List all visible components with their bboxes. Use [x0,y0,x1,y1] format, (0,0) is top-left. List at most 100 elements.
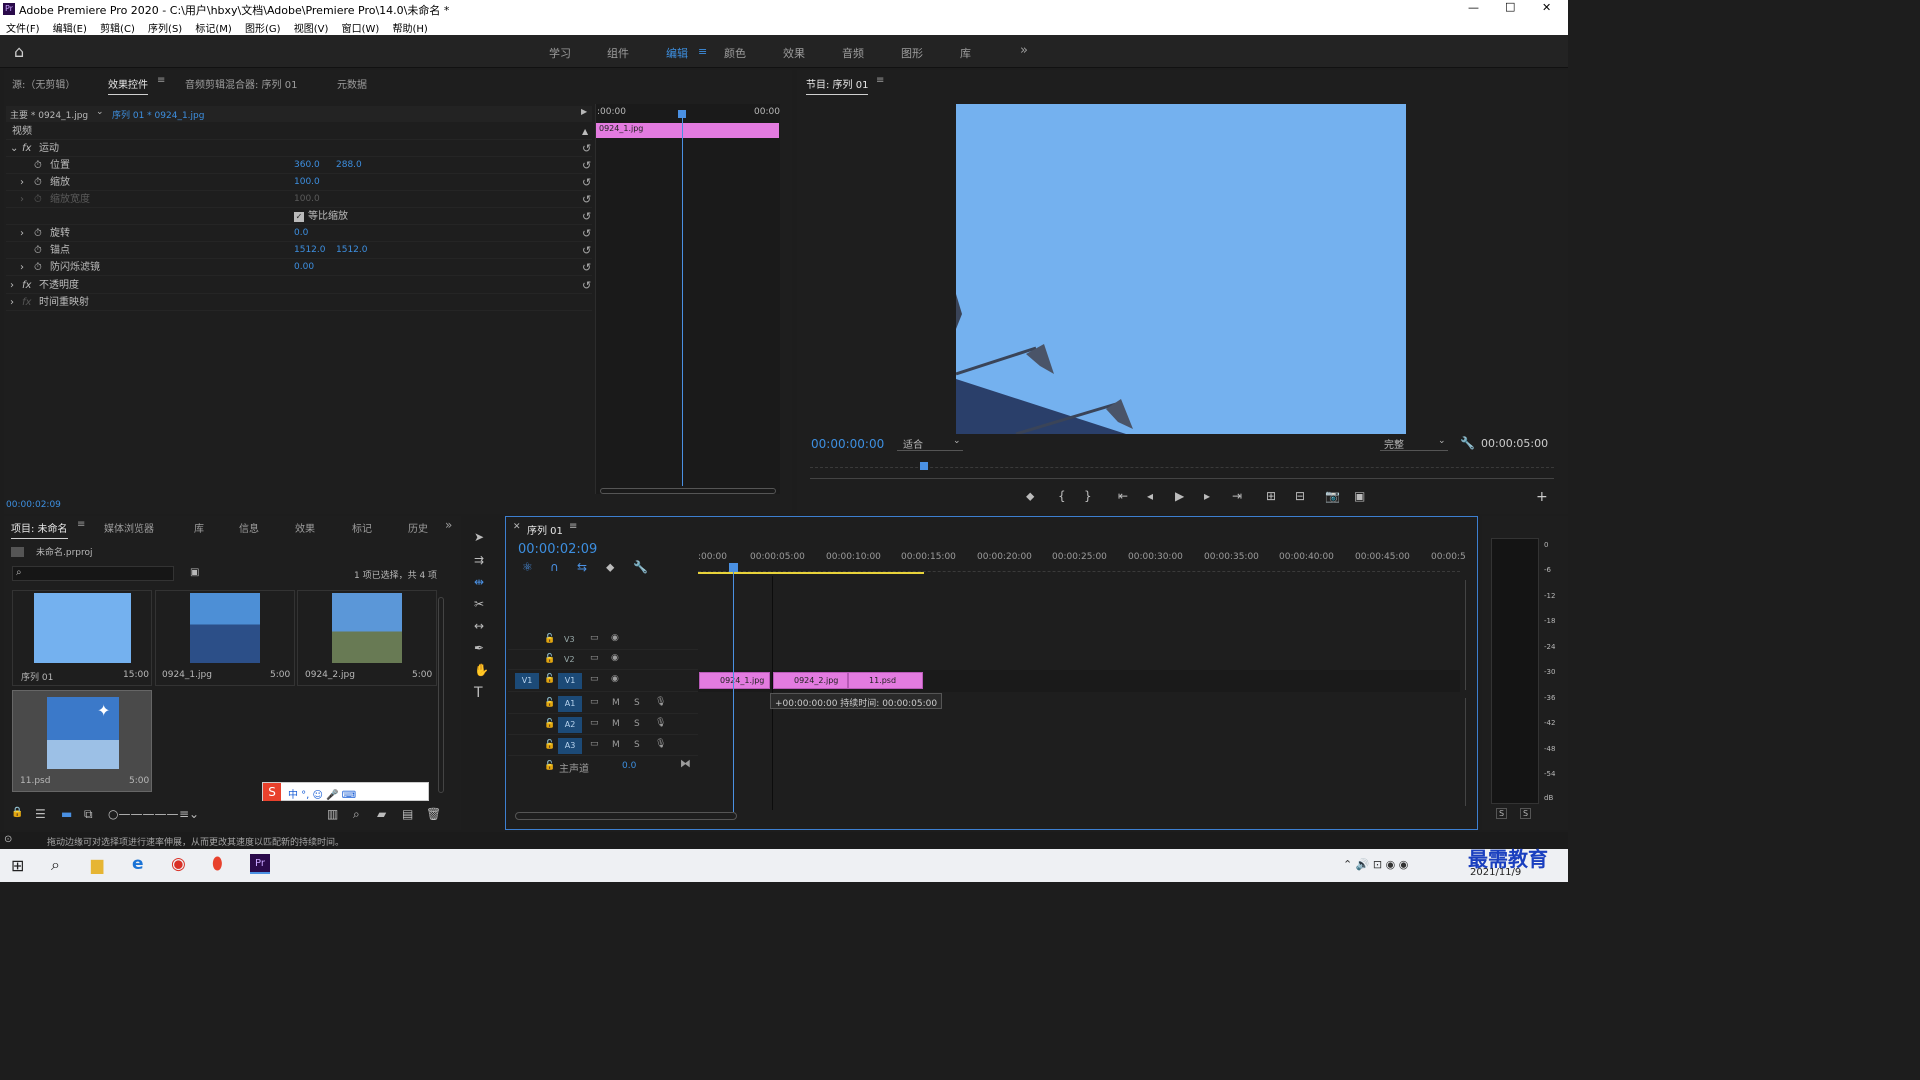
mute-button[interactable]: M [612,719,620,729]
scroll-up-icon[interactable]: ▲ [582,123,588,140]
sync-lock-icon[interactable]: ▭ [590,739,599,749]
position-x-value[interactable]: 360.0 [294,157,320,174]
linked-selection-icon[interactable]: ⇆ [577,560,587,574]
project-item-11-psd[interactable]: ✦ 11.psd 5:00 [12,690,152,792]
time-remap-row[interactable]: › fx 时间重映射 [6,294,592,311]
sync-lock-icon[interactable]: ▭ [590,697,599,707]
lock-icon[interactable]: 🔓 [544,654,555,664]
more-panels-icon[interactable]: » [445,518,452,532]
menu-help[interactable]: 帮助(H) [393,24,428,35]
icon-view-icon[interactable]: ▬ [61,807,72,821]
effect-controls-timeline[interactable]: :00:00 00:00 0924_1.jpg [595,104,780,494]
expand-chevron-icon[interactable]: › [20,259,24,276]
track-label[interactable]: A2 [558,717,582,733]
sequence-clip-label[interactable]: 序列 01 * 0924_1.jpg [112,108,204,121]
stopwatch-icon[interactable]: ⏱ [34,157,42,174]
step-back-icon[interactable]: ◂ [1147,489,1153,503]
wrench-icon[interactable]: 🔧 [1460,436,1475,450]
uniform-scale-checkbox[interactable]: ✓ [294,212,304,222]
home-icon[interactable]: ⌂ [14,42,24,61]
new-folder-icon[interactable]: ▰ [377,807,386,821]
add-button-icon[interactable]: + [1536,489,1548,505]
program-scrubber[interactable] [810,462,1554,480]
slip-tool-icon[interactable]: ↔ [474,619,484,633]
anchor-y-value[interactable]: 1512.0 [336,242,368,259]
scale-value[interactable]: 100.0 [294,174,320,191]
mute-button[interactable]: M [612,740,620,750]
solo-button[interactable]: S [634,698,640,708]
workspace-graphics[interactable]: 图形 [901,45,923,61]
program-timecode[interactable]: 00:00:00:00 [811,437,884,451]
lock-icon[interactable]: 🔓 [544,761,555,771]
solo-button[interactable]: S [634,719,640,729]
ec-scrollbar[interactable] [600,488,776,494]
clip-0924-2[interactable]: 0924_2.jpg [773,672,848,689]
play-icon[interactable]: ▶ [1175,489,1184,503]
mute-button[interactable]: M [612,698,620,708]
premiere-taskbar-icon[interactable]: Pr [250,854,270,874]
ripple-edit-tool-icon[interactable]: ⇹ [474,575,484,589]
sync-lock-icon[interactable]: ▭ [590,718,599,728]
edge-browser-icon[interactable]: e [132,854,144,874]
position-y-value[interactable]: 288.0 [336,157,362,174]
clip-0924-1[interactable]: 0924_1.jpg [699,672,770,689]
microphone-icon[interactable]: 🎙 [655,697,666,707]
menu-window[interactable]: 窗口(W) [342,24,380,35]
tab-effects[interactable]: 效果 [295,520,315,535]
reset-icon[interactable]: ↺ [582,157,591,174]
close-icon[interactable]: ✕ [513,522,521,532]
workspace-menu-icon[interactable]: ≡ [698,45,707,58]
project-item-0924-2[interactable]: 0924_2.jpg 5:00 [297,590,437,686]
tab-history[interactable]: 历史 [408,520,428,535]
menu-sequence[interactable]: 序列(S) [148,24,182,35]
reset-icon[interactable]: ↺ [582,259,591,276]
panel-menu-icon[interactable]: ≡ [157,75,165,86]
workspace-more-icon[interactable]: » [1020,43,1028,58]
menu-clip[interactable]: 剪辑(C) [100,24,135,35]
expand-chevron-icon[interactable]: › [10,294,14,311]
program-playhead-handle[interactable] [920,462,928,470]
chrome-browser-icon[interactable]: ◉ [171,854,186,874]
program-monitor-title[interactable]: 节目: 序列 01 [806,76,869,95]
mark-in-icon[interactable]: { [1058,489,1066,503]
new-bin-icon[interactable]: ▣ [190,567,199,578]
track-label[interactable]: V2 [564,655,575,664]
eye-icon[interactable]: ◉ [611,674,619,684]
track-label[interactable]: V3 [564,635,575,644]
timeline-playhead-handle[interactable] [729,563,738,572]
panel-menu-icon[interactable]: ≡ [569,521,577,532]
tab-project[interactable]: 项目: 未命名 [11,520,68,539]
lock-icon[interactable]: 🔓 [544,674,555,684]
ec-current-time[interactable]: 00:00:02:09 [6,500,61,510]
expand-chevron-icon[interactable]: › [20,174,24,191]
workspace-audio[interactable]: 音频 [842,45,864,61]
reset-icon[interactable]: ↺ [582,277,591,294]
expand-chevron-icon[interactable]: › [20,225,24,242]
program-video-frame[interactable] [956,104,1406,434]
track-label[interactable]: A3 [558,738,582,754]
window-close-button[interactable]: ✕ [1542,1,1551,14]
timeline-ruler[interactable]: :00:00 00:00:05:00 00:00:10:00 00:00:15:… [698,548,1466,576]
ime-toolbar[interactable]: S 中 °, ☺ 🎤 ⌨ [262,782,429,801]
ec-clip-bar[interactable]: 0924_1.jpg [596,123,779,138]
lock-icon[interactable]: 🔓 [544,698,555,708]
timeline-settings-wrench-icon[interactable]: 🔧 [633,560,648,574]
windows-start-icon[interactable]: ⊞ [11,856,24,875]
timeline-timecode[interactable]: 00:00:02:09 [518,542,597,557]
nest-icon[interactable]: ⚛ [522,560,533,574]
eye-icon[interactable]: ◉ [611,633,619,643]
go-to-out-icon[interactable]: ⇥ [1232,489,1242,503]
reset-icon[interactable]: ↺ [582,140,591,157]
lock-icon[interactable]: 🔓 [544,634,555,644]
taskbar-search-icon[interactable]: ⌕ [51,855,60,875]
trash-icon[interactable]: 🗑 [426,807,441,821]
find-icon[interactable]: ⌕ [353,807,360,822]
work-area-bar[interactable] [698,572,924,574]
stopwatch-icon[interactable]: ⏱ [34,174,42,191]
track-label[interactable]: V1 [558,673,582,689]
tray-icons[interactable]: ⌃ 🔊 ⊡ ◉ ◉ [1343,858,1408,871]
timeline-playhead[interactable] [733,568,734,812]
stopwatch-icon[interactable]: ⏱ [34,259,42,276]
tab-media-browser[interactable]: 媒体浏览器 [104,520,154,535]
menu-marker[interactable]: 标记(M) [195,24,231,35]
